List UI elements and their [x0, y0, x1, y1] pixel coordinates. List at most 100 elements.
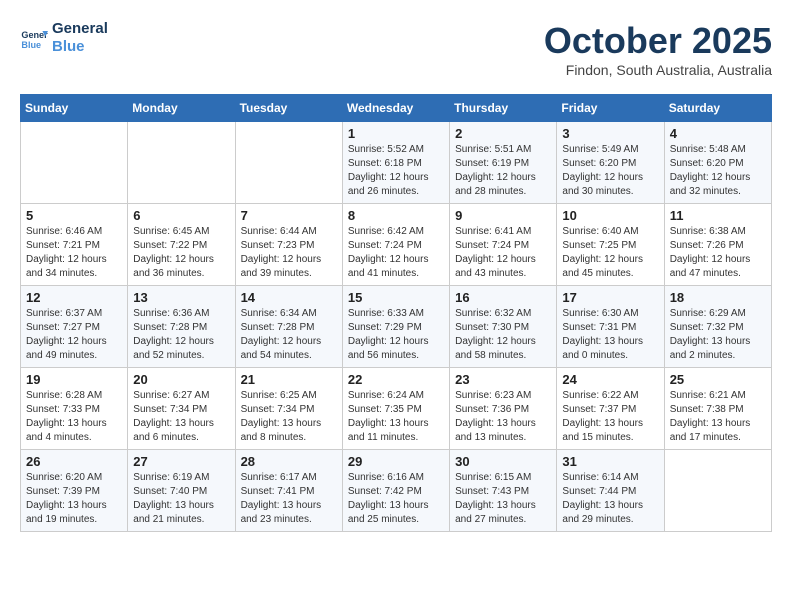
- calendar-cell: 3Sunrise: 5:49 AMSunset: 6:20 PMDaylight…: [557, 122, 664, 204]
- day-number: 2: [455, 126, 551, 141]
- day-info: Sunrise: 6:21 AMSunset: 7:38 PMDaylight:…: [670, 389, 766, 445]
- day-number: 15: [348, 290, 444, 305]
- day-number: 13: [133, 290, 229, 305]
- day-info: Sunrise: 6:28 AMSunset: 7:33 PMDaylight:…: [26, 389, 122, 445]
- day-info: Sunrise: 6:23 AMSunset: 7:36 PMDaylight:…: [455, 389, 551, 445]
- day-info: Sunrise: 6:22 AMSunset: 7:37 PMDaylight:…: [562, 389, 658, 445]
- calendar-cell: 24Sunrise: 6:22 AMSunset: 7:37 PMDayligh…: [557, 368, 664, 450]
- calendar-cell: 7Sunrise: 6:44 AMSunset: 7:23 PMDaylight…: [235, 204, 342, 286]
- day-info: Sunrise: 6:29 AMSunset: 7:32 PMDaylight:…: [670, 307, 766, 363]
- day-info: Sunrise: 5:51 AMSunset: 6:19 PMDaylight:…: [455, 143, 551, 199]
- day-number: 19: [26, 372, 122, 387]
- day-info: Sunrise: 6:34 AMSunset: 7:28 PMDaylight:…: [241, 307, 337, 363]
- day-number: 5: [26, 208, 122, 223]
- day-number: 21: [241, 372, 337, 387]
- day-number: 11: [670, 208, 766, 223]
- day-number: 30: [455, 454, 551, 469]
- calendar-table: SundayMondayTuesdayWednesdayThursdayFrid…: [20, 94, 772, 532]
- calendar-cell: 16Sunrise: 6:32 AMSunset: 7:30 PMDayligh…: [450, 286, 557, 368]
- calendar-cell: 26Sunrise: 6:20 AMSunset: 7:39 PMDayligh…: [21, 450, 128, 532]
- calendar-cell: 14 Sunrise: 6:34 AMSunset: 7:28 PMDayligh…: [235, 286, 342, 368]
- day-number: 25: [670, 372, 766, 387]
- day-info: Sunrise: 6:38 AMSunset: 7:26 PMDaylight:…: [670, 225, 766, 281]
- day-info: Sunrise: 6:44 AMSunset: 7:23 PMDaylight:…: [241, 225, 337, 281]
- day-number: 18: [670, 290, 766, 305]
- day-info: Sunrise: 6:14 AMSunset: 7:44 PMDaylight:…: [562, 471, 658, 527]
- calendar-cell: 11 Sunrise: 6:38 AMSunset: 7:26 PMDayligh…: [664, 204, 771, 286]
- day-number: 17: [562, 290, 658, 305]
- day-number: 4: [670, 126, 766, 141]
- calendar-cell: 28Sunrise: 6:17 AMSunset: 7:41 PMDayligh…: [235, 450, 342, 532]
- week-row-3: 12 Sunrise: 6:37 AMSunset: 7:27 PMDayligh…: [21, 286, 772, 368]
- day-info: Sunrise: 6:46 AMSunset: 7:21 PMDaylight:…: [26, 225, 122, 281]
- calendar-cell: 9 Sunrise: 6:41 AMSunset: 7:24 PMDaylight…: [450, 204, 557, 286]
- day-number: 1: [348, 126, 444, 141]
- day-number: 28: [241, 454, 337, 469]
- page-header: General Blue General Blue October 2025 F…: [20, 20, 772, 78]
- location-subtitle: Findon, South Australia, Australia: [544, 62, 772, 78]
- logo-text-blue: Blue: [52, 38, 108, 56]
- month-title: October 2025: [544, 20, 772, 62]
- calendar-cell: [235, 122, 342, 204]
- header-cell-saturday: Saturday: [664, 95, 771, 122]
- day-number: 29: [348, 454, 444, 469]
- week-row-2: 5 Sunrise: 6:46 AMSunset: 7:21 PMDaylight…: [21, 204, 772, 286]
- calendar-cell: 21 Sunrise: 6:25 AMSunset: 7:34 PMDayligh…: [235, 368, 342, 450]
- day-info: Sunrise: 6:27 AMSunset: 7:34 PMDaylight:…: [133, 389, 229, 445]
- calendar-cell: 18 Sunrise: 6:29 AMSunset: 7:32 PMDayligh…: [664, 286, 771, 368]
- calendar-cell: 17Sunrise: 6:30 AMSunset: 7:31 PMDayligh…: [557, 286, 664, 368]
- day-number: 22: [348, 372, 444, 387]
- calendar-cell: 30 Sunrise: 6:15 AMSunset: 7:43 PMDayligh…: [450, 450, 557, 532]
- day-info: Sunrise: 6:24 AMSunset: 7:35 PMDaylight:…: [348, 389, 444, 445]
- day-number: 6: [133, 208, 229, 223]
- day-info: Sunrise: 6:15 AMSunset: 7:43 PMDaylight:…: [455, 471, 551, 527]
- title-block: October 2025 Findon, South Australia, Au…: [544, 20, 772, 78]
- calendar-cell: 5 Sunrise: 6:46 AMSunset: 7:21 PMDaylight…: [21, 204, 128, 286]
- day-info: Sunrise: 6:40 AMSunset: 7:25 PMDaylight:…: [562, 225, 658, 281]
- day-number: 20: [133, 372, 229, 387]
- calendar-cell: [128, 122, 235, 204]
- day-number: 31: [562, 454, 658, 469]
- calendar-body: 1Sunrise: 5:52 AMSunset: 6:18 PMDaylight…: [21, 122, 772, 532]
- calendar-cell: 20 Sunrise: 6:27 AMSunset: 7:34 PMDayligh…: [128, 368, 235, 450]
- day-number: 9: [455, 208, 551, 223]
- calendar-header: SundayMondayTuesdayWednesdayThursdayFrid…: [21, 95, 772, 122]
- calendar-cell: 12 Sunrise: 6:37 AMSunset: 7:27 PMDayligh…: [21, 286, 128, 368]
- day-info: Sunrise: 6:36 AMSunset: 7:28 PMDaylight:…: [133, 307, 229, 363]
- day-info: Sunrise: 5:48 AMSunset: 6:20 PMDaylight:…: [670, 143, 766, 199]
- day-info: Sunrise: 6:25 AMSunset: 7:34 PMDaylight:…: [241, 389, 337, 445]
- header-cell-friday: Friday: [557, 95, 664, 122]
- day-info: Sunrise: 6:20 AMSunset: 7:39 PMDaylight:…: [26, 471, 122, 527]
- day-info: Sunrise: 6:33 AMSunset: 7:29 PMDaylight:…: [348, 307, 444, 363]
- svg-text:Blue: Blue: [21, 40, 41, 50]
- calendar-cell: 27 Sunrise: 6:19 AMSunset: 7:40 PMDayligh…: [128, 450, 235, 532]
- header-row: SundayMondayTuesdayWednesdayThursdayFrid…: [21, 95, 772, 122]
- week-row-5: 26Sunrise: 6:20 AMSunset: 7:39 PMDayligh…: [21, 450, 772, 532]
- calendar-cell: 6Sunrise: 6:45 AMSunset: 7:22 PMDaylight…: [128, 204, 235, 286]
- logo: General Blue General Blue: [20, 20, 108, 56]
- calendar-cell: 13 Sunrise: 6:36 AMSunset: 7:28 PMDayligh…: [128, 286, 235, 368]
- day-info: Sunrise: 6:37 AMSunset: 7:27 PMDaylight:…: [26, 307, 122, 363]
- day-number: 10: [562, 208, 658, 223]
- calendar-cell: 10 Sunrise: 6:40 AMSunset: 7:25 PMDayligh…: [557, 204, 664, 286]
- calendar-cell: 31 Sunrise: 6:14 AMSunset: 7:44 PMDayligh…: [557, 450, 664, 532]
- calendar-cell: 4 Sunrise: 5:48 AMSunset: 6:20 PMDaylight…: [664, 122, 771, 204]
- day-number: 8: [348, 208, 444, 223]
- day-info: Sunrise: 6:19 AMSunset: 7:40 PMDaylight:…: [133, 471, 229, 527]
- header-cell-wednesday: Wednesday: [342, 95, 449, 122]
- week-row-1: 1Sunrise: 5:52 AMSunset: 6:18 PMDaylight…: [21, 122, 772, 204]
- header-cell-sunday: Sunday: [21, 95, 128, 122]
- day-number: 12: [26, 290, 122, 305]
- day-info: Sunrise: 5:49 AMSunset: 6:20 PMDaylight:…: [562, 143, 658, 199]
- day-number: 14: [241, 290, 337, 305]
- calendar-cell: 22 Sunrise: 6:24 AMSunset: 7:35 PMDayligh…: [342, 368, 449, 450]
- calendar-cell: 23 Sunrise: 6:23 AMSunset: 7:36 PMDayligh…: [450, 368, 557, 450]
- logo-icon: General Blue: [20, 24, 48, 52]
- day-info: Sunrise: 6:16 AMSunset: 7:42 PMDaylight:…: [348, 471, 444, 527]
- day-info: Sunrise: 6:41 AMSunset: 7:24 PMDaylight:…: [455, 225, 551, 281]
- calendar-cell: 2 Sunrise: 5:51 AMSunset: 6:19 PMDaylight…: [450, 122, 557, 204]
- day-number: 27: [133, 454, 229, 469]
- day-number: 23: [455, 372, 551, 387]
- calendar-cell: 19 Sunrise: 6:28 AMSunset: 7:33 PMDayligh…: [21, 368, 128, 450]
- logo-text-general: General: [52, 20, 108, 38]
